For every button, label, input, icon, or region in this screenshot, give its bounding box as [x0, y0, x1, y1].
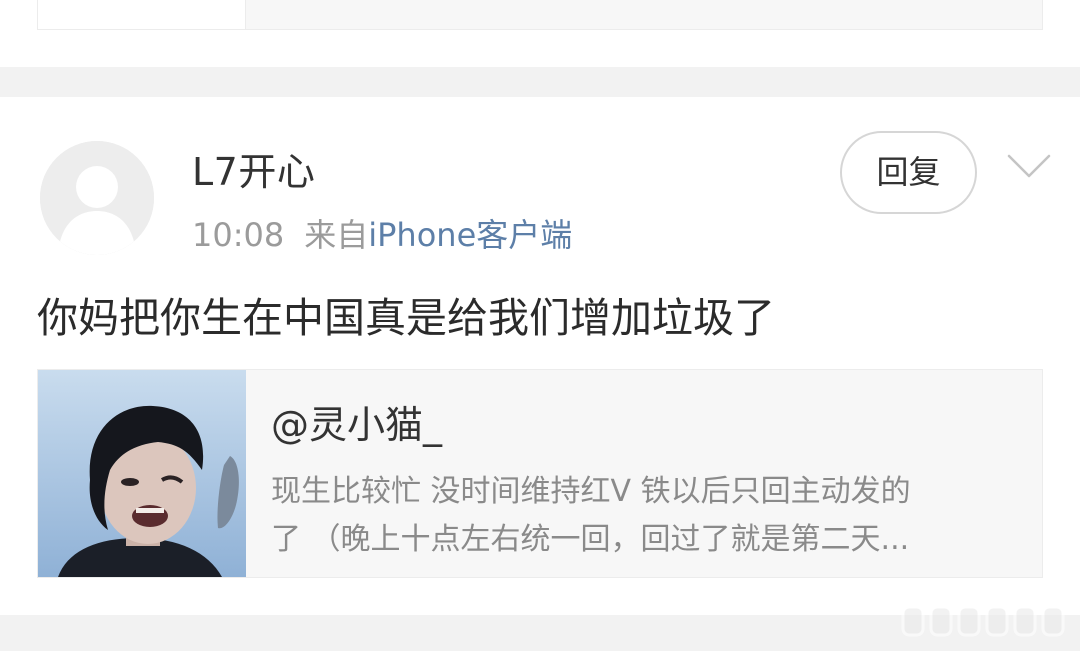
reply-button[interactable]: 回复 — [840, 131, 977, 214]
previous-quote-card[interactable] — [37, 0, 1043, 30]
username[interactable]: L7开心 — [192, 148, 315, 196]
quoted-post-thumbnail — [38, 370, 246, 577]
quoted-text-line: 现生比较忙 没时间维持红V 铁以后只回主动发的 — [271, 474, 911, 509]
quoted-author[interactable]: @灵小猫_ — [271, 400, 442, 450]
avatar[interactable] — [40, 141, 154, 255]
default-avatar-icon — [40, 141, 154, 255]
quoted-post-card[interactable]: @灵小猫_ 现生比较忙 没时间维持红V 铁以后只回主动发的 了 （晚上十点左右统… — [37, 369, 1043, 578]
post-meta: 10:08 来自iPhone客户端 — [192, 212, 572, 258]
comment-text: 你妈把你生在中国真是给我们增加垃圾了 — [37, 294, 775, 342]
watermark-logo — [901, 605, 1065, 637]
source-client-link[interactable]: iPhone客户端 — [368, 216, 572, 254]
chevron-down-icon[interactable] — [1006, 152, 1052, 182]
post-time: 10:08 — [192, 216, 285, 254]
quoted-text-line: 了 （晚上十点左右统一回，回过了就是第二天... — [271, 522, 910, 557]
source-label: 来自 — [304, 216, 369, 254]
quoted-text: 现生比较忙 没时间维持红V 铁以后只回主动发的 了 （晚上十点左右统一回，回过了… — [271, 468, 1031, 564]
section-divider — [0, 67, 1080, 97]
previous-quote-thumbnail — [38, 0, 246, 29]
